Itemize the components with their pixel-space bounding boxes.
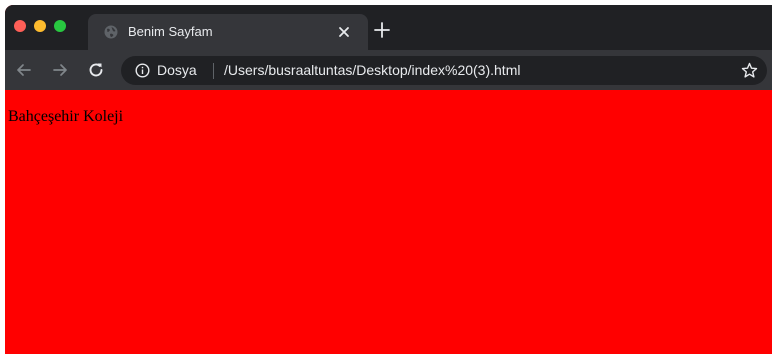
close-window-button[interactable] (14, 20, 26, 32)
plus-icon (374, 22, 390, 38)
bookmark-star-button[interactable] (741, 62, 758, 79)
tab-benim-sayfam[interactable]: Benim Sayfam (88, 14, 368, 50)
star-icon (741, 62, 758, 78)
browser-window: Benim Sayfam Dosya /Users/busraaltuntas/… (5, 5, 772, 354)
tab-close-button[interactable] (335, 23, 353, 41)
globe-icon (104, 25, 118, 39)
page-content: Bahçeşehir Koleji (5, 90, 772, 354)
zoom-window-button[interactable] (54, 20, 66, 32)
tab-title: Benim Sayfam (128, 24, 213, 39)
url-text[interactable]: /Users/busraaltuntas/Desktop/index%20(3)… (224, 62, 520, 79)
close-icon (339, 27, 349, 37)
info-icon[interactable] (135, 63, 150, 78)
back-button[interactable] (13, 59, 35, 81)
address-bar[interactable]: Dosya /Users/busraaltuntas/Desktop/index… (121, 56, 767, 85)
reload-icon (89, 63, 103, 77)
reload-button[interactable] (85, 59, 107, 81)
tab-strip: Benim Sayfam (5, 5, 772, 50)
new-tab-button[interactable] (372, 20, 392, 40)
arrow-right-icon (53, 64, 67, 76)
site-info-label[interactable]: Dosya (157, 62, 197, 79)
arrow-left-icon (17, 64, 31, 76)
forward-button[interactable] (49, 59, 71, 81)
minimize-window-button[interactable] (34, 20, 46, 32)
page-text: Bahçeşehir Koleji (8, 108, 124, 125)
browser-toolbar: Dosya /Users/busraaltuntas/Desktop/index… (5, 50, 772, 90)
omnibox-divider (213, 63, 214, 79)
